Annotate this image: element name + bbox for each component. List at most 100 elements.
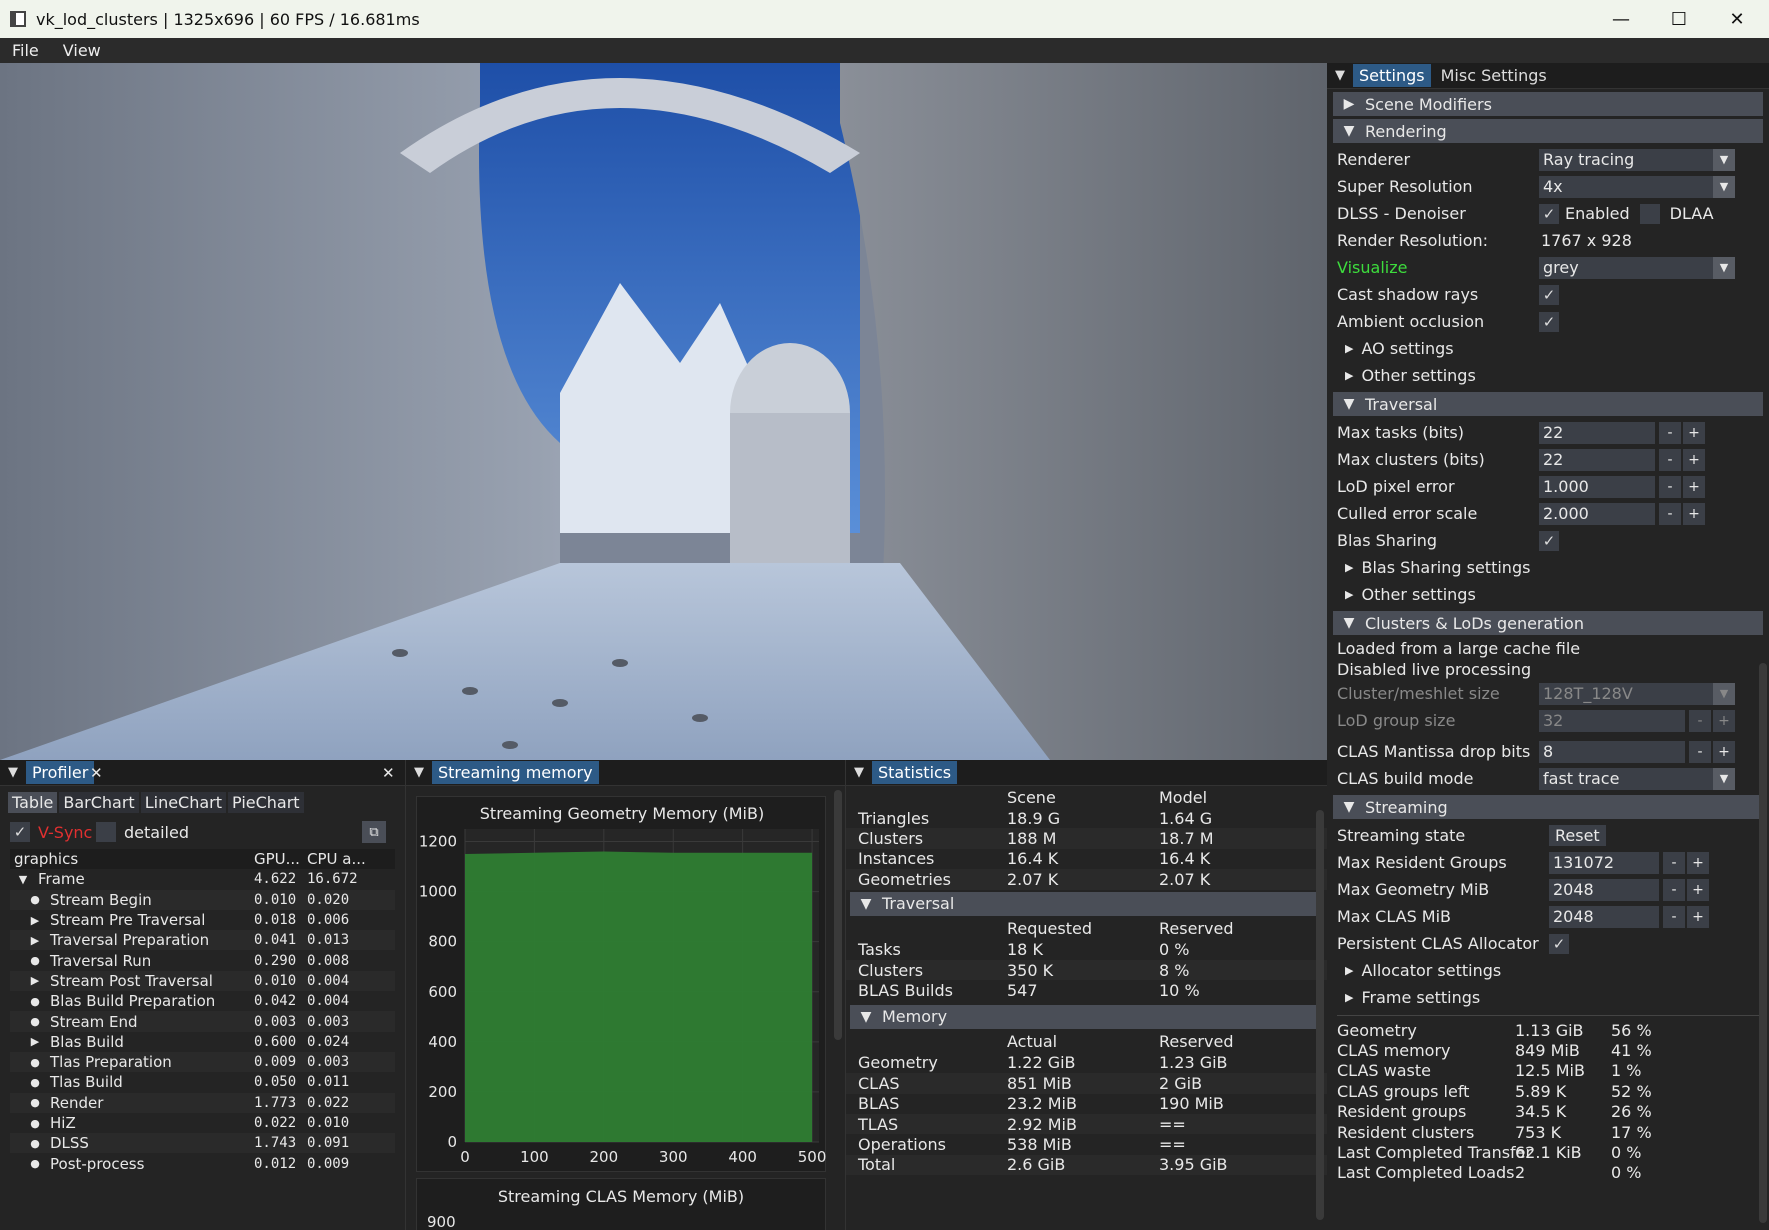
lod-group-input[interactable]: 32	[1539, 709, 1685, 732]
collapse-icon[interactable]: ▼	[8, 765, 18, 780]
profiler-row[interactable]: ▶ Traversal Preparation 0.041 0.013	[10, 930, 395, 951]
streaming-scrollbar[interactable]	[834, 790, 842, 1040]
menu-file[interactable]: File	[0, 41, 51, 60]
profiler-row[interactable]: ● Blas Build Preparation 0.042 0.004	[10, 991, 395, 1011]
blas-sharing-checkbox[interactable]: ✓	[1539, 530, 1559, 551]
rendering-other-settings-node[interactable]: ▶ Other settings	[1327, 362, 1769, 389]
increment-button[interactable]: +	[1683, 475, 1705, 498]
close-tab-icon[interactable]: ✕	[90, 764, 103, 782]
section-rendering[interactable]: ▼ Rendering	[1333, 119, 1763, 143]
traversal-other-settings-node[interactable]: ▶ Other settings	[1327, 581, 1769, 608]
blas-sharing-settings-node[interactable]: ▶ Blas Sharing settings	[1327, 554, 1769, 581]
collapse-icon[interactable]: ▼	[854, 765, 864, 780]
section-streaming[interactable]: ▼ Streaming	[1333, 795, 1763, 819]
setting-input[interactable]: 2.000	[1539, 502, 1655, 525]
allocator-settings-node[interactable]: ▶ Allocator settings	[1327, 957, 1769, 984]
tab-streaming-memory[interactable]: Streaming memory	[432, 761, 599, 784]
streaming-stats: Geometry 1.13 GiB 56 % CLAS memory 849 MiB 41…	[1327, 1020, 1769, 1183]
profiler-row[interactable]: ● Stream End 0.003 0.003	[10, 1011, 395, 1032]
tab-barchart[interactable]: BarChart	[59, 792, 139, 813]
setting-input[interactable]: 2048	[1549, 878, 1659, 901]
profiler-row[interactable]: ● Stream Begin 0.010 0.020	[10, 889, 395, 910]
menu-view[interactable]: View	[51, 41, 113, 60]
increment-button[interactable]: +	[1683, 448, 1705, 471]
dlaa-checkbox[interactable]	[1639, 203, 1660, 224]
setting-input[interactable]: 22	[1539, 448, 1655, 471]
increment-button[interactable]: +	[1687, 851, 1709, 874]
render-viewport[interactable]	[0, 63, 1327, 760]
super-resolution-dropdown[interactable]: 4x ▼	[1539, 175, 1735, 198]
tab-table[interactable]: Table	[8, 792, 58, 813]
stats-section-memory[interactable]: ▼ Memory	[850, 1004, 1323, 1029]
increment-button[interactable]: +	[1687, 878, 1709, 901]
profiler-row[interactable]: ▶ Blas Build 0.600 0.024	[10, 1032, 395, 1052]
increment-button[interactable]: +	[1683, 421, 1705, 444]
close-panel-icon[interactable]: ✕	[382, 764, 395, 782]
setting-input[interactable]: 22	[1539, 421, 1655, 444]
decrement-button[interactable]: -	[1663, 878, 1685, 901]
collapse-icon[interactable]: ▼	[16, 873, 30, 886]
profiler-row[interactable]: ● Traversal Run 0.290 0.008	[10, 950, 395, 970]
decrement-button[interactable]: -	[1659, 502, 1681, 525]
decrement-button[interactable]: -	[1659, 475, 1681, 498]
reset-button[interactable]: Reset	[1549, 825, 1606, 846]
tab-settings[interactable]: Settings	[1353, 64, 1431, 87]
profiler-row[interactable]: ● Tlas Build 0.050 0.011	[10, 1072, 395, 1092]
tab-misc-settings[interactable]: Misc Settings	[1435, 64, 1553, 87]
setting-input[interactable]: 1.000	[1539, 475, 1655, 498]
tab-linechart[interactable]: LineChart	[140, 792, 227, 813]
copy-icon[interactable]: ⧉	[362, 821, 386, 843]
persistent-clas-checkbox[interactable]: ✓	[1549, 933, 1569, 954]
increment-button[interactable]: +	[1683, 502, 1705, 525]
visualize-dropdown[interactable]: grey ▼	[1539, 256, 1735, 279]
maximize-button[interactable]: ☐	[1650, 0, 1708, 38]
section-scene-modifiers[interactable]: ▶ Scene Modifiers	[1333, 92, 1763, 116]
profiler-row[interactable]: ▶ Stream Post Traversal 0.010 0.004	[10, 970, 395, 992]
close-window-button[interactable]: ✕	[1708, 0, 1766, 38]
expand-icon[interactable]: ▶	[28, 974, 42, 987]
section-clusters-lods[interactable]: ▼ Clusters & LoDs generation	[1333, 611, 1763, 635]
profiler-row[interactable]: ● Render 1.773 0.022	[10, 1092, 395, 1113]
collapse-icon[interactable]: ▼	[1335, 68, 1345, 83]
increment-button[interactable]: +	[1713, 740, 1735, 763]
decrement-button[interactable]: -	[1663, 851, 1685, 874]
decrement-button[interactable]: -	[1689, 740, 1711, 763]
tab-piechart[interactable]: PieChart	[228, 792, 304, 813]
expand-icon[interactable]: ▶	[28, 934, 42, 947]
tab-statistics[interactable]: Statistics	[872, 761, 958, 784]
section-traversal[interactable]: ▼ Traversal	[1333, 392, 1763, 416]
minimize-button[interactable]: —	[1592, 0, 1650, 38]
frame-settings-node[interactable]: ▶ Frame settings	[1327, 984, 1769, 1011]
profiler-row[interactable]: ● DLSS 1.743 0.091	[10, 1133, 395, 1154]
settings-scrollbar[interactable]	[1759, 663, 1767, 1223]
increment-button[interactable]: +	[1687, 905, 1709, 928]
tab-profiler[interactable]: Profiler	[26, 761, 95, 784]
meshlet-size-dropdown[interactable]: 128T_128V ▼	[1539, 682, 1735, 705]
dlss-enabled-checkbox[interactable]: ✓	[1539, 203, 1559, 224]
collapse-icon[interactable]: ▼	[414, 765, 424, 780]
renderer-dropdown[interactable]: Ray tracing ▼	[1539, 148, 1735, 171]
decrement-button[interactable]: -	[1663, 905, 1685, 928]
decrement-button[interactable]: -	[1659, 421, 1681, 444]
setting-input[interactable]: 131072	[1549, 851, 1659, 874]
expand-icon[interactable]: ▶	[28, 1035, 42, 1048]
profiler-row[interactable]: ● Tlas Preparation 0.009 0.003	[10, 1051, 395, 1073]
decrement-button[interactable]: -	[1689, 709, 1711, 732]
expand-icon[interactable]: ▶	[28, 914, 42, 927]
cast-shadow-checkbox[interactable]: ✓	[1539, 284, 1559, 305]
profiler-row[interactable]: ▶ Stream Pre Traversal 0.018 0.006	[10, 910, 395, 930]
setting-input[interactable]: 2048	[1549, 905, 1659, 928]
profiler-row[interactable]: ● Post-process 0.012 0.009	[10, 1153, 395, 1173]
increment-button[interactable]: +	[1713, 709, 1735, 732]
profiler-row[interactable]: ▼ Frame 4.622 16.672	[10, 869, 395, 889]
vsync-checkbox[interactable]: ✓	[10, 822, 30, 842]
statistics-scrollbar[interactable]	[1316, 810, 1324, 1220]
profiler-row[interactable]: ● HiZ 0.022 0.010	[10, 1113, 395, 1133]
decrement-button[interactable]: -	[1659, 448, 1681, 471]
clas-build-mode-dropdown[interactable]: fast trace ▼	[1539, 767, 1735, 790]
ao-settings-node[interactable]: ▶ AO settings	[1327, 335, 1769, 362]
ambient-occlusion-checkbox[interactable]: ✓	[1539, 311, 1559, 332]
stats-section-traversal[interactable]: ▼ Traversal	[850, 891, 1323, 916]
clas-mantissa-input[interactable]: 8	[1539, 740, 1685, 763]
detailed-checkbox[interactable]	[96, 822, 116, 842]
